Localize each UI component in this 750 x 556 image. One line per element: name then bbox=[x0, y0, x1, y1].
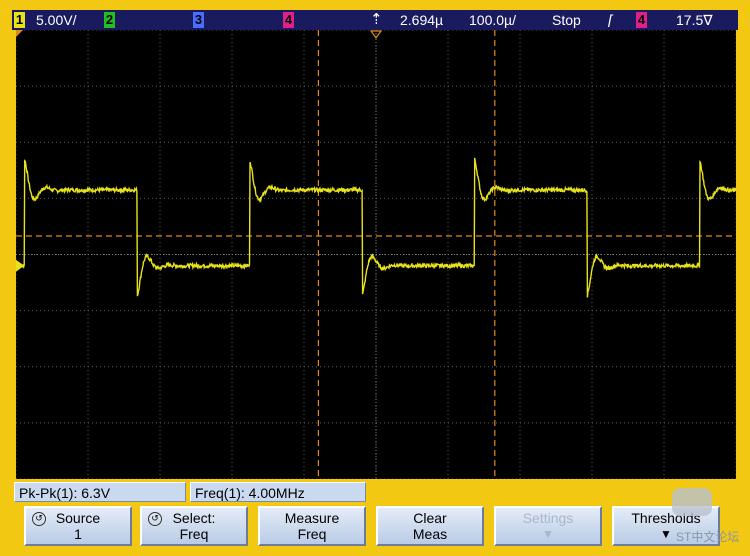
source-softkey-value: 1 bbox=[74, 526, 82, 542]
measure-softkey-value: Freq bbox=[297, 526, 327, 542]
select-softkey-label: Select: bbox=[172, 510, 216, 526]
measure-softkey-label: Measure bbox=[284, 510, 340, 526]
channel-1-indicator[interactable]: 1 bbox=[14, 12, 25, 28]
clear-meas-softkey[interactable]: Clear Meas bbox=[376, 506, 484, 546]
select-softkey-value: Freq bbox=[179, 526, 209, 542]
chat-logo-icon bbox=[672, 488, 712, 516]
trigger-level: 17.5∇ bbox=[676, 12, 713, 28]
clear-meas-softkey-label: Clear bbox=[413, 510, 447, 526]
corner-marker bbox=[16, 30, 23, 37]
clear-meas-softkey-value: Meas bbox=[412, 526, 448, 542]
source-softkey[interactable]: ↺ Source 1 bbox=[24, 506, 132, 546]
arrow-down-icon: ▼ bbox=[542, 527, 554, 541]
timebase: 100.0µ/ bbox=[469, 12, 516, 28]
measurement-pkpk: Pk-Pk(1): 6.3V bbox=[14, 482, 186, 502]
channel-1-scale: 5.00V/ bbox=[36, 12, 77, 28]
waveform-area[interactable] bbox=[16, 30, 736, 479]
oscilloscope-display: 1 5.00V/ 2 3 4 ⇡ 2.694µ 100.0µ/ Stop ⌈ 4… bbox=[0, 0, 750, 556]
run-state: Stop bbox=[552, 12, 581, 28]
measurement-row: Pk-Pk(1): 6.3V Freq(1): 4.00MHz bbox=[12, 480, 738, 502]
trigger-source: 4 bbox=[636, 12, 647, 28]
measure-softkey[interactable]: Measure Freq bbox=[258, 506, 366, 546]
trigger-edge-icon: ⌈ bbox=[608, 12, 614, 28]
select-softkey[interactable]: ↺ Select: Freq bbox=[140, 506, 248, 546]
settings-softkey[interactable]: Settings ▼ bbox=[494, 506, 602, 546]
waveform-plot bbox=[16, 30, 736, 479]
channel-3-indicator[interactable]: 3 bbox=[193, 12, 204, 28]
source-softkey-label: Source bbox=[55, 510, 101, 526]
settings-softkey-label: Settings bbox=[522, 510, 574, 526]
watermark: ST中文论坛 bbox=[676, 530, 740, 544]
channel-2-indicator[interactable]: 2 bbox=[104, 12, 115, 28]
softkey-bar: ↺ Source 1 ↺ Select: Freq Measure Freq C… bbox=[12, 503, 738, 549]
measurement-freq: Freq(1): 4.00MHz bbox=[190, 482, 366, 502]
status-bar: 1 5.00V/ 2 3 4 ⇡ 2.694µ 100.0µ/ Stop ⌈ 4… bbox=[12, 10, 738, 30]
trigger-delay-icon: ⇡ bbox=[370, 11, 383, 28]
trigger-delay: 2.694µ bbox=[400, 12, 444, 28]
channel-4-indicator[interactable]: 4 bbox=[283, 12, 294, 28]
